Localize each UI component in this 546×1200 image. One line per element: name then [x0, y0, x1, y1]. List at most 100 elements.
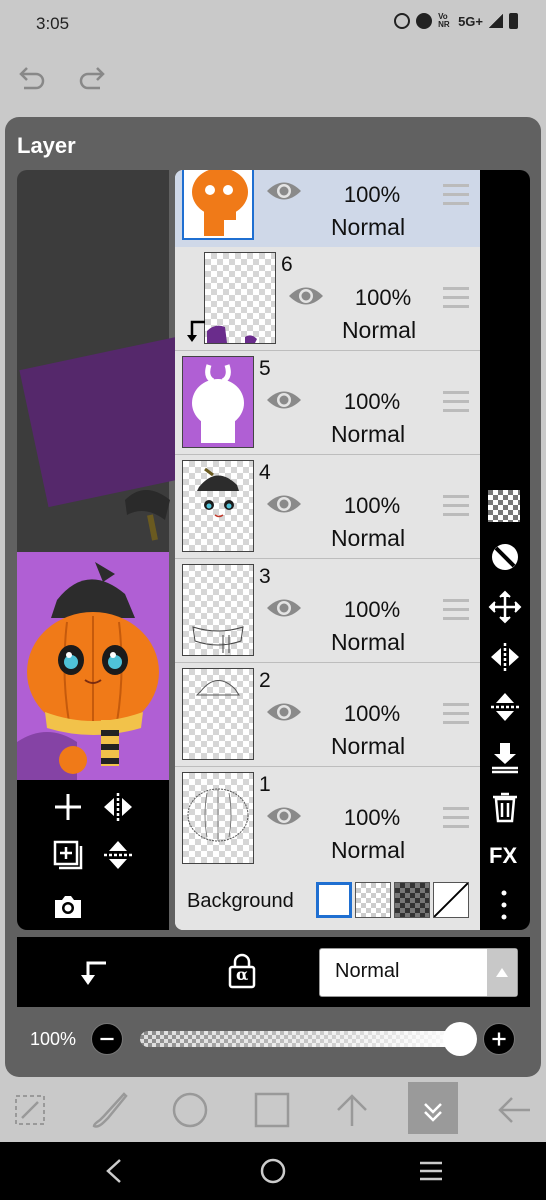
- layer-opacity: 100%: [343, 389, 401, 414]
- brush-tool-icon[interactable]: [90, 1090, 130, 1130]
- drag-handle-icon[interactable]: [443, 703, 469, 725]
- layer-thumbnail-art: [192, 364, 244, 443]
- layer-blend-mode: Normal: [330, 525, 406, 551]
- opacity-increase-button[interactable]: [483, 1023, 515, 1055]
- back-arrow-icon[interactable]: [494, 1090, 534, 1130]
- layer-thumbnail: [182, 356, 254, 448]
- drag-handle-icon[interactable]: [443, 184, 469, 206]
- camera-icon[interactable]: [51, 890, 85, 924]
- layer-thumbnail: [182, 772, 254, 864]
- flip-horizontal-icon[interactable]: [488, 640, 522, 674]
- chevron-double-down-icon: [424, 1103, 442, 1122]
- background-none-option[interactable]: [433, 882, 469, 918]
- nav-back-icon[interactable]: [100, 1156, 130, 1186]
- layer-number: 4: [259, 461, 271, 484]
- status-time: 3:05: [36, 14, 70, 33]
- rectangle-tool-icon[interactable]: [252, 1090, 292, 1130]
- visibility-eye-icon[interactable]: [265, 387, 303, 413]
- layer-thumbnail: [204, 252, 276, 344]
- layer-row-2[interactable]: 2 100% Normal: [175, 663, 480, 767]
- visibility-eye-icon[interactable]: [265, 178, 303, 204]
- layer-opacity: 100%: [343, 182, 401, 207]
- layer-thumbnail-art: [207, 325, 257, 343]
- opacity-decrease-button[interactable]: [91, 1023, 123, 1055]
- arrow-up-icon[interactable]: [332, 1090, 372, 1130]
- layer-blend-mode: Normal: [330, 214, 406, 240]
- nav-recents-icon[interactable]: [416, 1156, 446, 1186]
- flip-vertical-icon[interactable]: [101, 838, 135, 872]
- drag-handle-icon[interactable]: [443, 495, 469, 517]
- layer-blend-mode: Normal: [330, 629, 406, 655]
- pumpkin-illustration: [17, 562, 159, 780]
- network-label: 5G+: [458, 13, 483, 29]
- layer-thumbnail-art: [197, 467, 239, 518]
- layer-thumbnail-art: [192, 626, 244, 653]
- background-transparent-light-option[interactable]: [355, 882, 391, 918]
- nav-home-icon[interactable]: [258, 1156, 288, 1186]
- clipping-icon[interactable]: [76, 955, 110, 989]
- flip-vertical-icon[interactable]: [488, 690, 522, 724]
- layer-row-5[interactable]: 5 100% Normal: [175, 351, 480, 455]
- drag-handle-icon[interactable]: [443, 287, 469, 309]
- visibility-eye-icon[interactable]: [265, 595, 303, 621]
- merge-down-icon[interactable]: [488, 740, 522, 774]
- undo-icon[interactable]: [14, 62, 48, 96]
- layer-row-1[interactable]: 1 100% Normal: [175, 767, 480, 871]
- layer-row-6[interactable]: 6 100% Normal: [175, 247, 480, 351]
- panel-title: Layer: [17, 133, 76, 158]
- background-transparent-dark-option[interactable]: [394, 882, 430, 918]
- visibility-eye-icon[interactable]: [287, 283, 325, 309]
- canvas-thumbnail[interactable]: [17, 552, 169, 780]
- background-label: Background: [187, 890, 294, 912]
- redo-icon[interactable]: [76, 62, 110, 96]
- add-layer-icon[interactable]: [51, 790, 85, 824]
- canvas-preview-stem: [125, 490, 170, 541]
- visibility-eye-icon[interactable]: [265, 803, 303, 829]
- layer-opacity: 100%: [343, 597, 401, 622]
- dnd-icon: [416, 13, 433, 29]
- layer-opacity: 100%: [343, 805, 401, 830]
- clipping-arrow-icon: [187, 320, 205, 342]
- layer-thumbnail: [182, 668, 254, 760]
- visibility-eye-icon[interactable]: [265, 699, 303, 725]
- layer-thumbnail: [182, 564, 254, 656]
- transparency-icon[interactable]: [488, 490, 520, 522]
- drag-handle-icon[interactable]: [443, 391, 469, 413]
- battery-icon: [509, 13, 518, 29]
- layer-number: 2: [259, 669, 271, 692]
- blend-mode-value: Normal: [335, 960, 400, 982]
- status-icons: Vo NR 5G+: [394, 13, 518, 29]
- layer-blend-mode: Normal: [330, 837, 406, 863]
- more-options-icon[interactable]: [496, 888, 512, 922]
- alarm-icon: [394, 13, 411, 29]
- transform-tool-icon[interactable]: [10, 1090, 50, 1130]
- ellipse-tool-icon[interactable]: [170, 1090, 210, 1130]
- visibility-eye-icon[interactable]: [265, 491, 303, 517]
- layer-opacity: 100%: [354, 285, 412, 310]
- signal-icon: [489, 14, 503, 28]
- fx-button[interactable]: FX: [489, 843, 517, 869]
- invert-icon[interactable]: [488, 540, 522, 574]
- layer-opacity: 100%: [343, 493, 401, 518]
- drag-handle-icon[interactable]: [443, 599, 469, 621]
- drag-handle-icon[interactable]: [443, 807, 469, 829]
- layer-thumbnail: [182, 170, 254, 240]
- layer-row-4[interactable]: 4 100% Normal: [175, 455, 480, 559]
- layer-number: 3: [259, 565, 271, 588]
- pumpkin-body-thumbnail: [192, 170, 248, 236]
- duplicate-layer-icon[interactable]: [51, 838, 85, 872]
- layer-number: 6: [281, 253, 293, 276]
- opacity-slider-handle[interactable]: [443, 1022, 477, 1056]
- background-white-option[interactable]: [316, 882, 352, 918]
- flip-horizontal-icon[interactable]: [101, 790, 135, 824]
- layer-row-3[interactable]: 3 100% Normal: [175, 559, 480, 663]
- layer-blend-mode: Normal: [330, 421, 406, 447]
- layer-blend-mode: Normal: [330, 733, 406, 759]
- opacity-slider[interactable]: [140, 1031, 465, 1047]
- move-icon[interactable]: [488, 590, 522, 624]
- layer-thumbnail: [182, 460, 254, 552]
- volte-label: Vo NR: [438, 12, 450, 29]
- trash-icon[interactable]: [488, 790, 522, 824]
- layer-thumbnail-art: [187, 788, 249, 842]
- layer-number: 1: [259, 773, 271, 796]
